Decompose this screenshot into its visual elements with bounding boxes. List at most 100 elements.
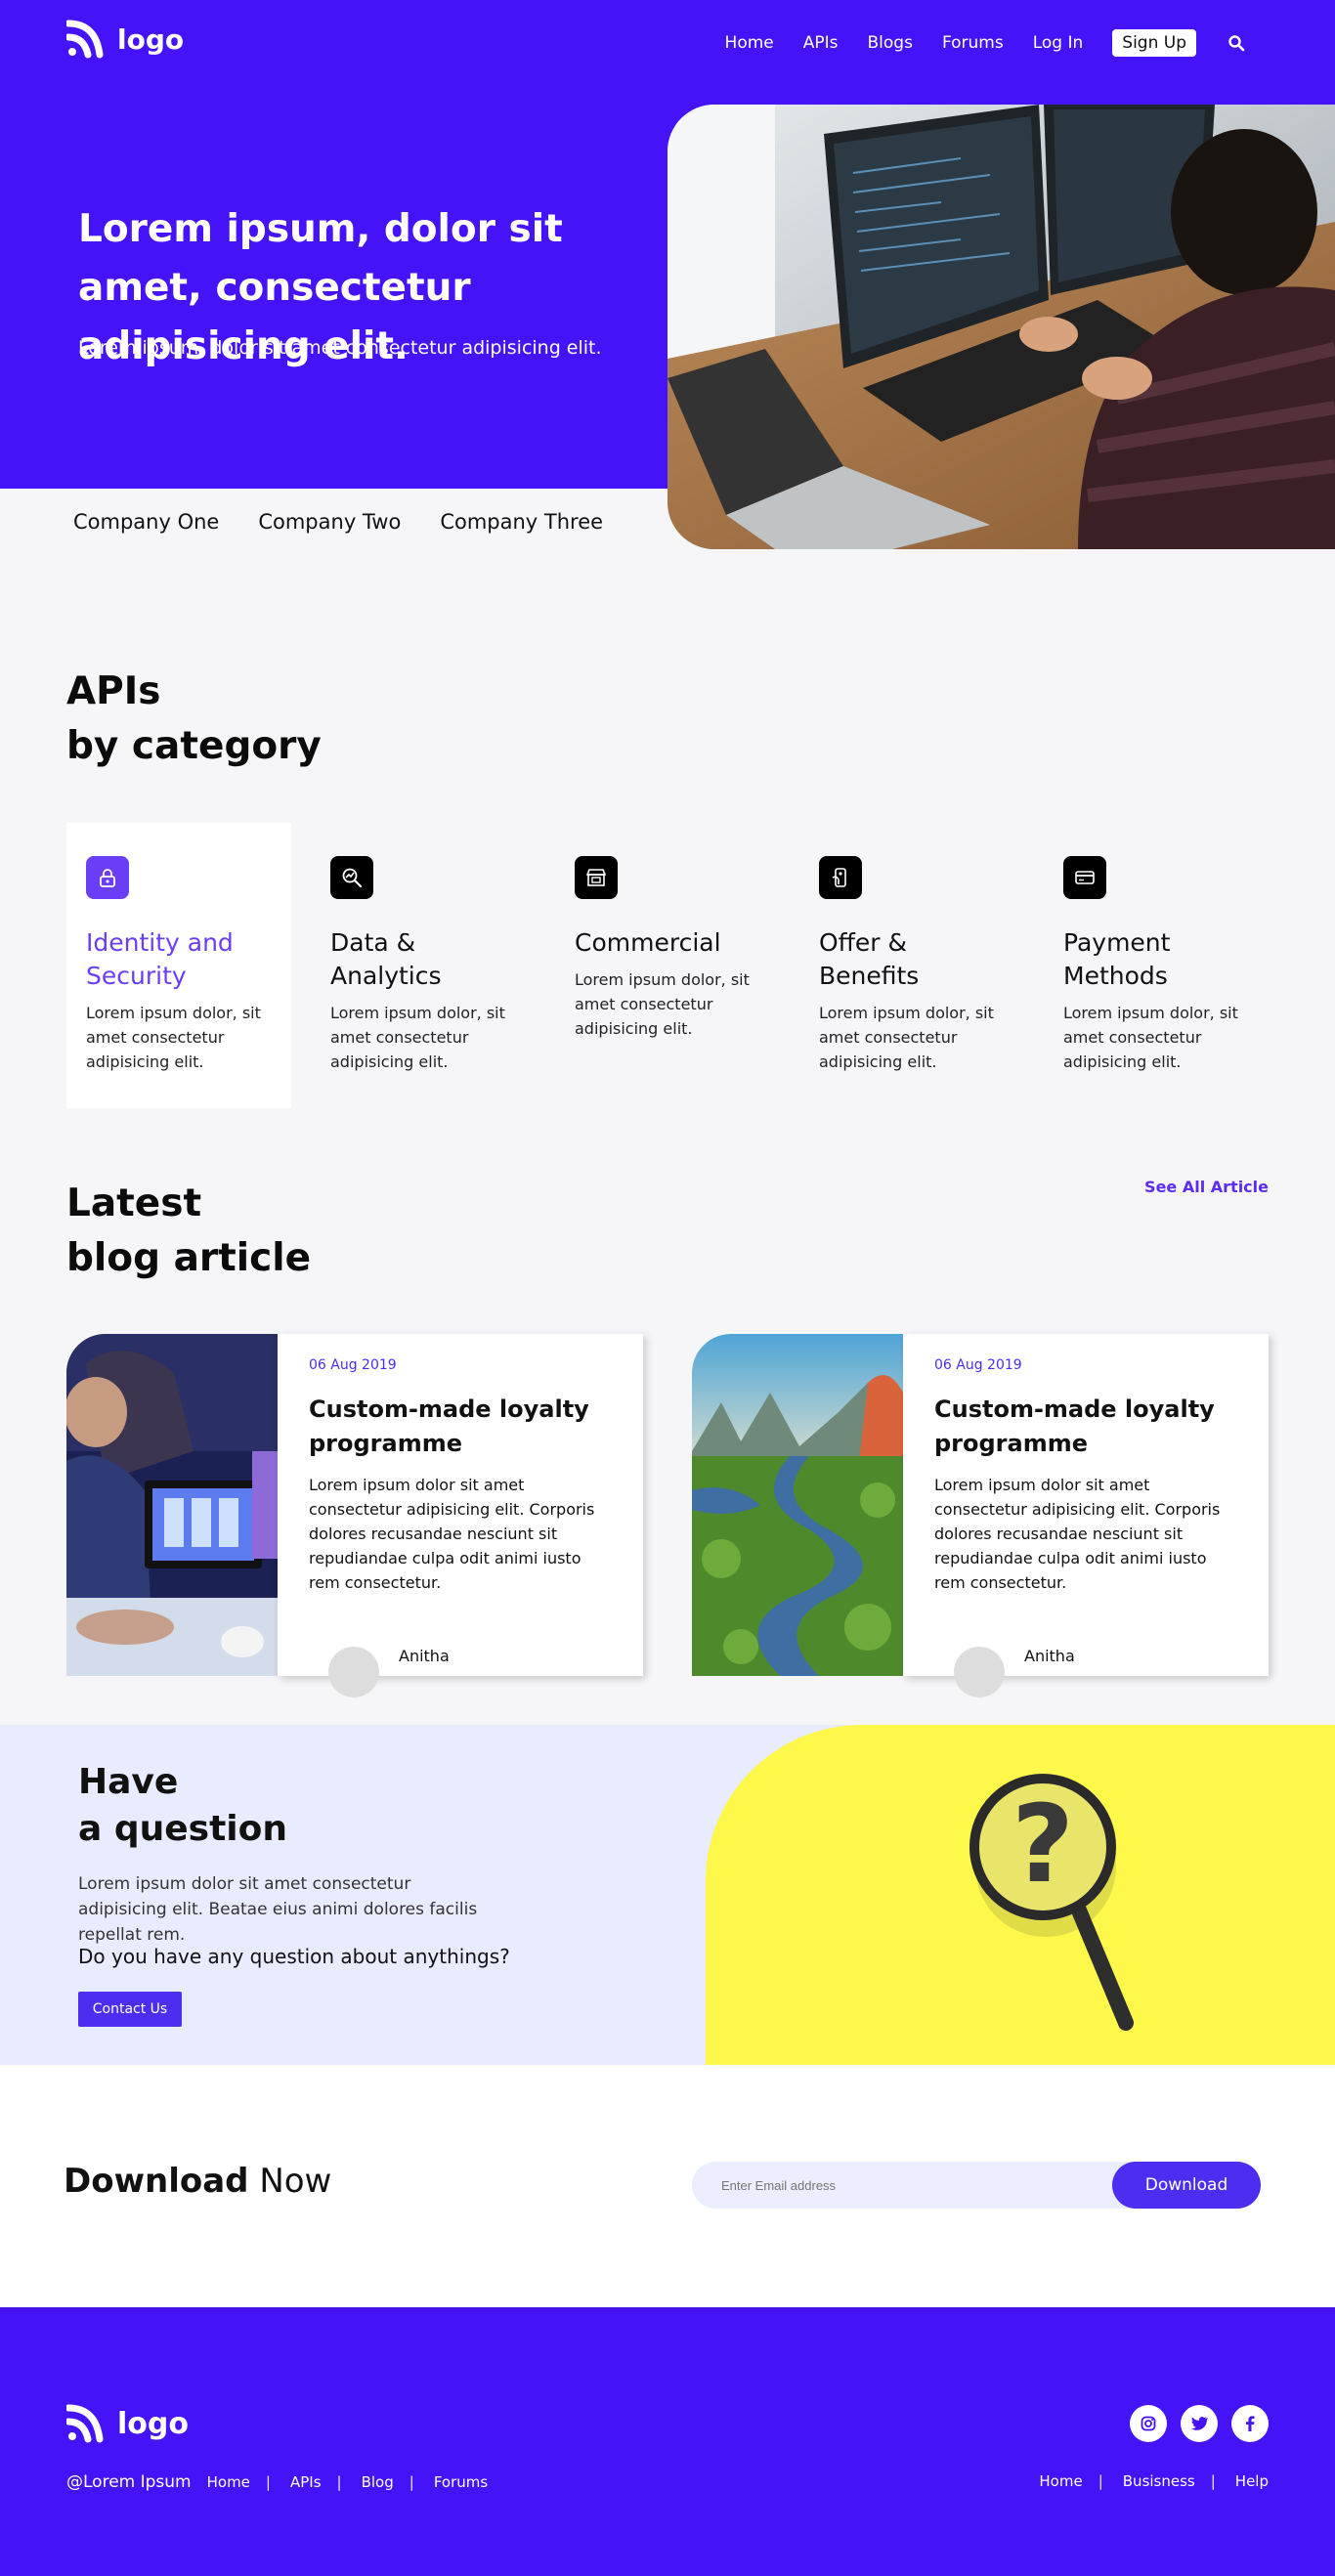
footer-separator: | (409, 2473, 414, 2491)
blog-date: 06 Aug 2019 (934, 1357, 1022, 1373)
footer-link-forums[interactable]: Forums (434, 2473, 488, 2491)
phone-offer-icon (819, 856, 862, 899)
facebook-icon[interactable] (1231, 2405, 1269, 2442)
signup-button[interactable]: Sign Up (1112, 29, 1196, 57)
footer-link-home[interactable]: Home (207, 2473, 250, 2491)
avatar (328, 1647, 379, 1697)
logo-icon (66, 2404, 104, 2443)
category-title: Offer & Benefits (819, 928, 920, 990)
contact-us-button[interactable]: Contact Us (78, 1992, 182, 2027)
author-name: Anitha (1024, 1647, 1075, 1665)
category-desc: Lorem ipsum dolor, sit amet consectetur … (86, 1004, 261, 1071)
category-desc: Lorem ipsum dolor, sit amet consectetur … (1063, 1004, 1238, 1071)
question-title-line2: a question (78, 1809, 287, 1849)
footer-link-blog[interactable]: Blog (362, 2473, 394, 2491)
logo-icon (66, 20, 104, 59)
footer-right-links: Home | Busisness | Help (1039, 2472, 1269, 2490)
categories-title-line2: by category (66, 724, 322, 768)
lock-icon (86, 856, 129, 899)
question-title-line1: Have (78, 1762, 179, 1802)
footer-brand: @Lorem Ipsum (66, 2472, 192, 2492)
see-all-articles-link[interactable]: See All Article (1144, 1178, 1269, 1196)
hero-subtitle: Lorem ipsum, dolor sit amet consectetur … (78, 337, 602, 359)
blog-author: Anitha (954, 1647, 1075, 1697)
category-title: Data & Analytics (330, 928, 442, 990)
download-form: Download (692, 2162, 1261, 2209)
logo-text: logo (117, 2406, 189, 2441)
footer-link-help[interactable]: Help (1235, 2472, 1269, 2490)
blog-card[interactable]: 06 Aug 2019 Custom-made loyalty programm… (692, 1334, 1269, 1697)
category-data-analytics[interactable]: Data & Analytics Lorem ipsum dolor, sit … (311, 823, 536, 1108)
question-text: Lorem ipsum dolor sit amet consectetur a… (78, 1874, 478, 1945)
search-icon[interactable] (1226, 32, 1247, 54)
social-links (1130, 2405, 1269, 2442)
blog-title-line2: blog article (66, 1236, 312, 1280)
author-name: Anitha (399, 1647, 450, 1665)
blog-image-river (692, 1334, 903, 1676)
blog-image-designer (66, 1334, 278, 1676)
footer-link-business[interactable]: Busisness (1123, 2472, 1195, 2490)
blog-card-body: 06 Aug 2019 Custom-made loyalty programm… (278, 1334, 643, 1697)
question-prompt: Do you have any question about anythings… (78, 1945, 510, 1968)
category-list: Identity and Security Lorem ipsum dolor,… (66, 823, 1269, 1108)
nav-blogs[interactable]: Blogs (868, 33, 913, 53)
footer-separator: | (265, 2473, 271, 2491)
nav-forums[interactable]: Forums (942, 33, 1004, 53)
avatar (954, 1647, 1005, 1697)
footer-left-links: Home | APIs | Blog | Forums (207, 2473, 489, 2491)
logo-text: logo (117, 22, 185, 56)
category-offer-benefits[interactable]: Offer & Benefits Lorem ipsum dolor, sit … (799, 823, 1024, 1108)
category-title: Commercial (575, 928, 721, 957)
blog-card-title[interactable]: Custom-made loyalty programme (309, 1393, 612, 1461)
nav-home[interactable]: Home (725, 33, 774, 53)
blog-card-title[interactable]: Custom-made loyalty programme (934, 1393, 1237, 1461)
download-title: Download Now (64, 2162, 331, 2201)
store-icon (575, 856, 618, 899)
email-input[interactable] (721, 2162, 1093, 2209)
download-title-rest: Now (259, 2162, 332, 2201)
company-three: Company Three (440, 510, 604, 534)
footer-link-apis[interactable]: APIs (290, 2473, 322, 2491)
twitter-icon[interactable] (1181, 2405, 1218, 2442)
hero-image-developer (668, 105, 1335, 549)
question-image-magnifier: ? (706, 1725, 1335, 2065)
categories-title: APIs by category (66, 665, 322, 774)
blog-card-text: Lorem ipsum dolor sit amet consectetur a… (309, 1476, 595, 1592)
footer-left: @Lorem Ipsum Home | APIs | Blog | Forums (66, 2472, 488, 2492)
company-one: Company One (73, 510, 220, 534)
blog-card[interactable]: 06 Aug 2019 Custom-made loyalty programm… (66, 1334, 643, 1697)
main-nav: Home APIs Blogs Forums Log In Sign Up (725, 29, 1247, 57)
category-desc: Lorem ipsum dolor, sit amet consectetur … (330, 1004, 505, 1071)
card-icon (1063, 856, 1106, 899)
blog-card-text: Lorem ipsum dolor sit amet consectetur a… (934, 1476, 1221, 1592)
svg-text:?: ? (1012, 1782, 1074, 1907)
company-list: Company One Company Two Company Three (73, 510, 603, 534)
nav-apis[interactable]: APIs (803, 33, 839, 53)
category-title: Identity and Security (86, 928, 234, 990)
nav-login[interactable]: Log In (1033, 33, 1084, 53)
download-button[interactable]: Download (1112, 2162, 1261, 2209)
footer-separator: | (336, 2473, 342, 2491)
question-title: Have a question (78, 1759, 287, 1853)
footer-separator: | (1210, 2472, 1216, 2490)
blog-title-line1: Latest (66, 1181, 202, 1225)
header-logo[interactable]: logo (66, 20, 184, 59)
download-title-bold: Download (64, 2162, 249, 2201)
category-identity-security[interactable]: Identity and Security Lorem ipsum dolor,… (66, 823, 291, 1108)
company-two: Company Two (258, 510, 402, 534)
blog-title: Latest blog article (66, 1177, 311, 1286)
footer-separator: | (1098, 2472, 1103, 2490)
category-payment-methods[interactable]: Payment Methods Lorem ipsum dolor, sit a… (1044, 823, 1269, 1108)
category-commercial[interactable]: Commercial Lorem ipsum dolor, sit amet c… (555, 823, 780, 1108)
instagram-icon[interactable] (1130, 2405, 1167, 2442)
category-desc: Lorem ipsum dolor, sit amet consectetur … (575, 970, 750, 1038)
categories-title-line1: APIs (66, 669, 161, 713)
footer-link-home-right[interactable]: Home (1039, 2472, 1082, 2490)
blog-card-body: 06 Aug 2019 Custom-made loyalty programm… (903, 1334, 1269, 1697)
chart-search-icon (330, 856, 373, 899)
category-desc: Lorem ipsum dolor, sit amet consectetur … (819, 1004, 994, 1071)
category-title: Payment Methods (1063, 928, 1171, 990)
blog-author: Anitha (328, 1647, 450, 1697)
blog-date: 06 Aug 2019 (309, 1357, 397, 1373)
footer-logo[interactable]: logo (66, 2404, 189, 2443)
